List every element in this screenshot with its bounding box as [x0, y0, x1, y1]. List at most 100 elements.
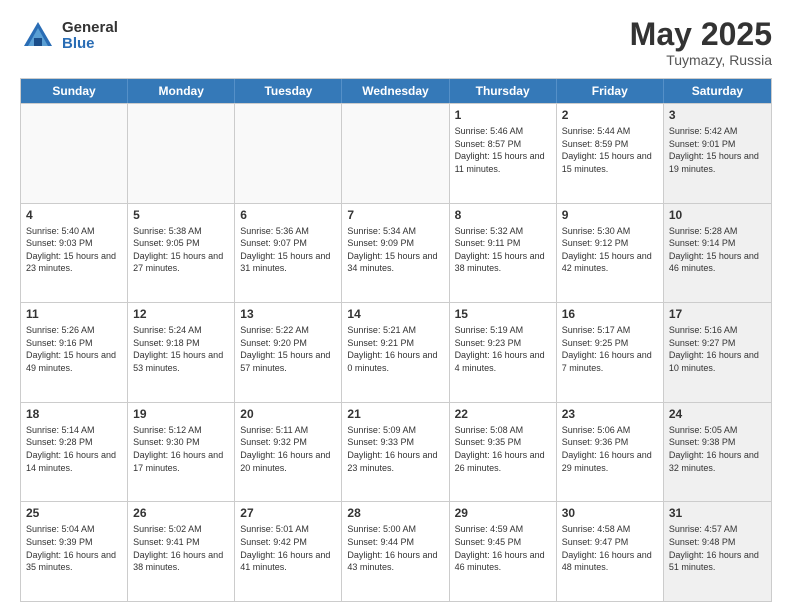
day-number: 22	[455, 407, 551, 421]
day-info: Sunrise: 4:59 AMSunset: 9:45 PMDaylight:…	[455, 523, 551, 573]
day-number: 10	[669, 208, 766, 222]
calendar-cell-empty-0-1	[128, 104, 235, 203]
day-number: 7	[347, 208, 443, 222]
day-info: Sunrise: 5:44 AMSunset: 8:59 PMDaylight:…	[562, 125, 658, 175]
calendar-cell-15: 15 Sunrise: 5:19 AMSunset: 9:23 PMDayligh…	[450, 303, 557, 402]
calendar-row-1: 1 Sunrise: 5:46 AMSunset: 8:57 PMDaylight…	[21, 103, 771, 203]
calendar-cell-25: 25Sunrise: 5:04 AMSunset: 9:39 PMDayligh…	[21, 502, 128, 601]
calendar-cell-19: 19Sunrise: 5:12 AMSunset: 9:30 PMDayligh…	[128, 403, 235, 502]
day-number: 14	[347, 307, 443, 321]
day-info: Sunrise: 5:42 AMSunset: 9:01 PMDaylight:…	[669, 125, 766, 175]
calendar-row-2: 4 Sunrise: 5:40 AMSunset: 9:03 PMDaylight…	[21, 203, 771, 303]
day-number: 11	[26, 307, 122, 321]
calendar-cell-10: 10 Sunrise: 5:28 AMSunset: 9:14 PMDayligh…	[664, 204, 771, 303]
day-number: 21	[347, 407, 443, 421]
calendar-cell-4: 4 Sunrise: 5:40 AMSunset: 9:03 PMDaylight…	[21, 204, 128, 303]
day-info: Sunrise: 5:32 AMSunset: 9:11 PMDaylight:…	[455, 225, 551, 275]
calendar-header-friday: Friday	[557, 79, 664, 103]
day-info: Sunrise: 5:22 AMSunset: 9:20 PMDaylight:…	[240, 324, 336, 374]
day-number: 18	[26, 407, 122, 421]
calendar-cell-22: 22 Sunrise: 5:08 AMSunset: 9:35 PMDayligh…	[450, 403, 557, 502]
day-info: Sunrise: 5:21 AMSunset: 9:21 PMDaylight:…	[347, 324, 443, 374]
day-info: Sunrise: 4:58 AMSunset: 9:47 PMDaylight:…	[562, 523, 658, 573]
day-info: Sunrise: 5:01 AMSunset: 9:42 PMDaylight:…	[240, 523, 336, 573]
day-number: 9	[562, 208, 658, 222]
calendar-cell-6: 6Sunrise: 5:36 AMSunset: 9:07 PMDaylight…	[235, 204, 342, 303]
day-info: Sunrise: 5:14 AMSunset: 9:28 PMDaylight:…	[26, 424, 122, 474]
logo: General Blue	[20, 18, 118, 54]
day-info: Sunrise: 5:02 AMSunset: 9:41 PMDaylight:…	[133, 523, 229, 573]
calendar-row-5: 25Sunrise: 5:04 AMSunset: 9:39 PMDayligh…	[21, 501, 771, 601]
calendar-cell-21: 21Sunrise: 5:09 AMSunset: 9:33 PMDayligh…	[342, 403, 449, 502]
calendar-cell-11: 11 Sunrise: 5:26 AMSunset: 9:16 PMDayligh…	[21, 303, 128, 402]
calendar-cell-26: 26 Sunrise: 5:02 AMSunset: 9:41 PMDayligh…	[128, 502, 235, 601]
day-number: 19	[133, 407, 229, 421]
calendar-header-sunday: Sunday	[21, 79, 128, 103]
calendar-cell-5: 5 Sunrise: 5:38 AMSunset: 9:05 PMDaylight…	[128, 204, 235, 303]
day-number: 8	[455, 208, 551, 222]
calendar-body: 1 Sunrise: 5:46 AMSunset: 8:57 PMDaylight…	[21, 103, 771, 601]
calendar-header-row: SundayMondayTuesdayWednesdayThursdayFrid…	[21, 79, 771, 103]
calendar-row-3: 11 Sunrise: 5:26 AMSunset: 9:16 PMDayligh…	[21, 302, 771, 402]
day-info: Sunrise: 5:08 AMSunset: 9:35 PMDaylight:…	[455, 424, 551, 474]
calendar: SundayMondayTuesdayWednesdayThursdayFrid…	[20, 78, 772, 602]
calendar-row-4: 18 Sunrise: 5:14 AMSunset: 9:28 PMDayligh…	[21, 402, 771, 502]
day-info: Sunrise: 5:46 AMSunset: 8:57 PMDaylight:…	[455, 125, 551, 175]
day-info: Sunrise: 5:40 AMSunset: 9:03 PMDaylight:…	[26, 225, 122, 275]
day-number: 15	[455, 307, 551, 321]
day-number: 23	[562, 407, 658, 421]
day-number: 1	[455, 108, 551, 122]
calendar-cell-14: 14 Sunrise: 5:21 AMSunset: 9:21 PMDayligh…	[342, 303, 449, 402]
calendar-header-thursday: Thursday	[450, 79, 557, 103]
calendar-cell-17: 17 Sunrise: 5:16 AMSunset: 9:27 PMDayligh…	[664, 303, 771, 402]
day-number: 29	[455, 506, 551, 520]
day-info: Sunrise: 5:26 AMSunset: 9:16 PMDaylight:…	[26, 324, 122, 374]
page: General Blue May 2025 Tuymazy, Russia Su…	[0, 0, 792, 612]
day-number: 20	[240, 407, 336, 421]
logo-blue-text: Blue	[62, 36, 118, 53]
day-number: 28	[347, 506, 443, 520]
calendar-cell-28: 28 Sunrise: 5:00 AMSunset: 9:44 PMDayligh…	[342, 502, 449, 601]
calendar-cell-8: 8 Sunrise: 5:32 AMSunset: 9:11 PMDaylight…	[450, 204, 557, 303]
day-info: Sunrise: 5:06 AMSunset: 9:36 PMDaylight:…	[562, 424, 658, 474]
day-info: Sunrise: 4:57 AMSunset: 9:48 PMDaylight:…	[669, 523, 766, 573]
day-number: 5	[133, 208, 229, 222]
day-info: Sunrise: 5:30 AMSunset: 9:12 PMDaylight:…	[562, 225, 658, 275]
day-number: 26	[133, 506, 229, 520]
logo-text: General Blue	[62, 20, 118, 53]
day-number: 4	[26, 208, 122, 222]
day-number: 25	[26, 506, 122, 520]
calendar-cell-2: 2Sunrise: 5:44 AMSunset: 8:59 PMDaylight…	[557, 104, 664, 203]
day-number: 16	[562, 307, 658, 321]
calendar-cell-12: 12Sunrise: 5:24 AMSunset: 9:18 PMDayligh…	[128, 303, 235, 402]
day-info: Sunrise: 5:28 AMSunset: 9:14 PMDaylight:…	[669, 225, 766, 275]
header: General Blue May 2025 Tuymazy, Russia	[20, 18, 772, 68]
logo-icon	[20, 18, 56, 54]
day-info: Sunrise: 5:19 AMSunset: 9:23 PMDaylight:…	[455, 324, 551, 374]
day-number: 13	[240, 307, 336, 321]
calendar-cell-30: 30Sunrise: 4:58 AMSunset: 9:47 PMDayligh…	[557, 502, 664, 601]
calendar-header-wednesday: Wednesday	[342, 79, 449, 103]
day-number: 31	[669, 506, 766, 520]
day-info: Sunrise: 5:38 AMSunset: 9:05 PMDaylight:…	[133, 225, 229, 275]
calendar-cell-20: 20Sunrise: 5:11 AMSunset: 9:32 PMDayligh…	[235, 403, 342, 502]
calendar-header-monday: Monday	[128, 79, 235, 103]
calendar-cell-9: 9 Sunrise: 5:30 AMSunset: 9:12 PMDaylight…	[557, 204, 664, 303]
day-info: Sunrise: 5:17 AMSunset: 9:25 PMDaylight:…	[562, 324, 658, 374]
title-block: May 2025 Tuymazy, Russia	[630, 18, 772, 68]
day-info: Sunrise: 5:24 AMSunset: 9:18 PMDaylight:…	[133, 324, 229, 374]
title-month: May 2025	[630, 18, 772, 50]
calendar-cell-29: 29 Sunrise: 4:59 AMSunset: 9:45 PMDayligh…	[450, 502, 557, 601]
day-info: Sunrise: 5:16 AMSunset: 9:27 PMDaylight:…	[669, 324, 766, 374]
calendar-cell-31: 31 Sunrise: 4:57 AMSunset: 9:48 PMDayligh…	[664, 502, 771, 601]
day-info: Sunrise: 5:05 AMSunset: 9:38 PMDaylight:…	[669, 424, 766, 474]
calendar-cell-23: 23 Sunrise: 5:06 AMSunset: 9:36 PMDayligh…	[557, 403, 664, 502]
logo-general-text: General	[62, 20, 118, 37]
day-info: Sunrise: 5:00 AMSunset: 9:44 PMDaylight:…	[347, 523, 443, 573]
day-number: 17	[669, 307, 766, 321]
calendar-cell-13: 13 Sunrise: 5:22 AMSunset: 9:20 PMDayligh…	[235, 303, 342, 402]
day-number: 6	[240, 208, 336, 222]
title-location: Tuymazy, Russia	[630, 52, 772, 68]
calendar-cell-empty-0-0	[21, 104, 128, 203]
calendar-cell-18: 18 Sunrise: 5:14 AMSunset: 9:28 PMDayligh…	[21, 403, 128, 502]
